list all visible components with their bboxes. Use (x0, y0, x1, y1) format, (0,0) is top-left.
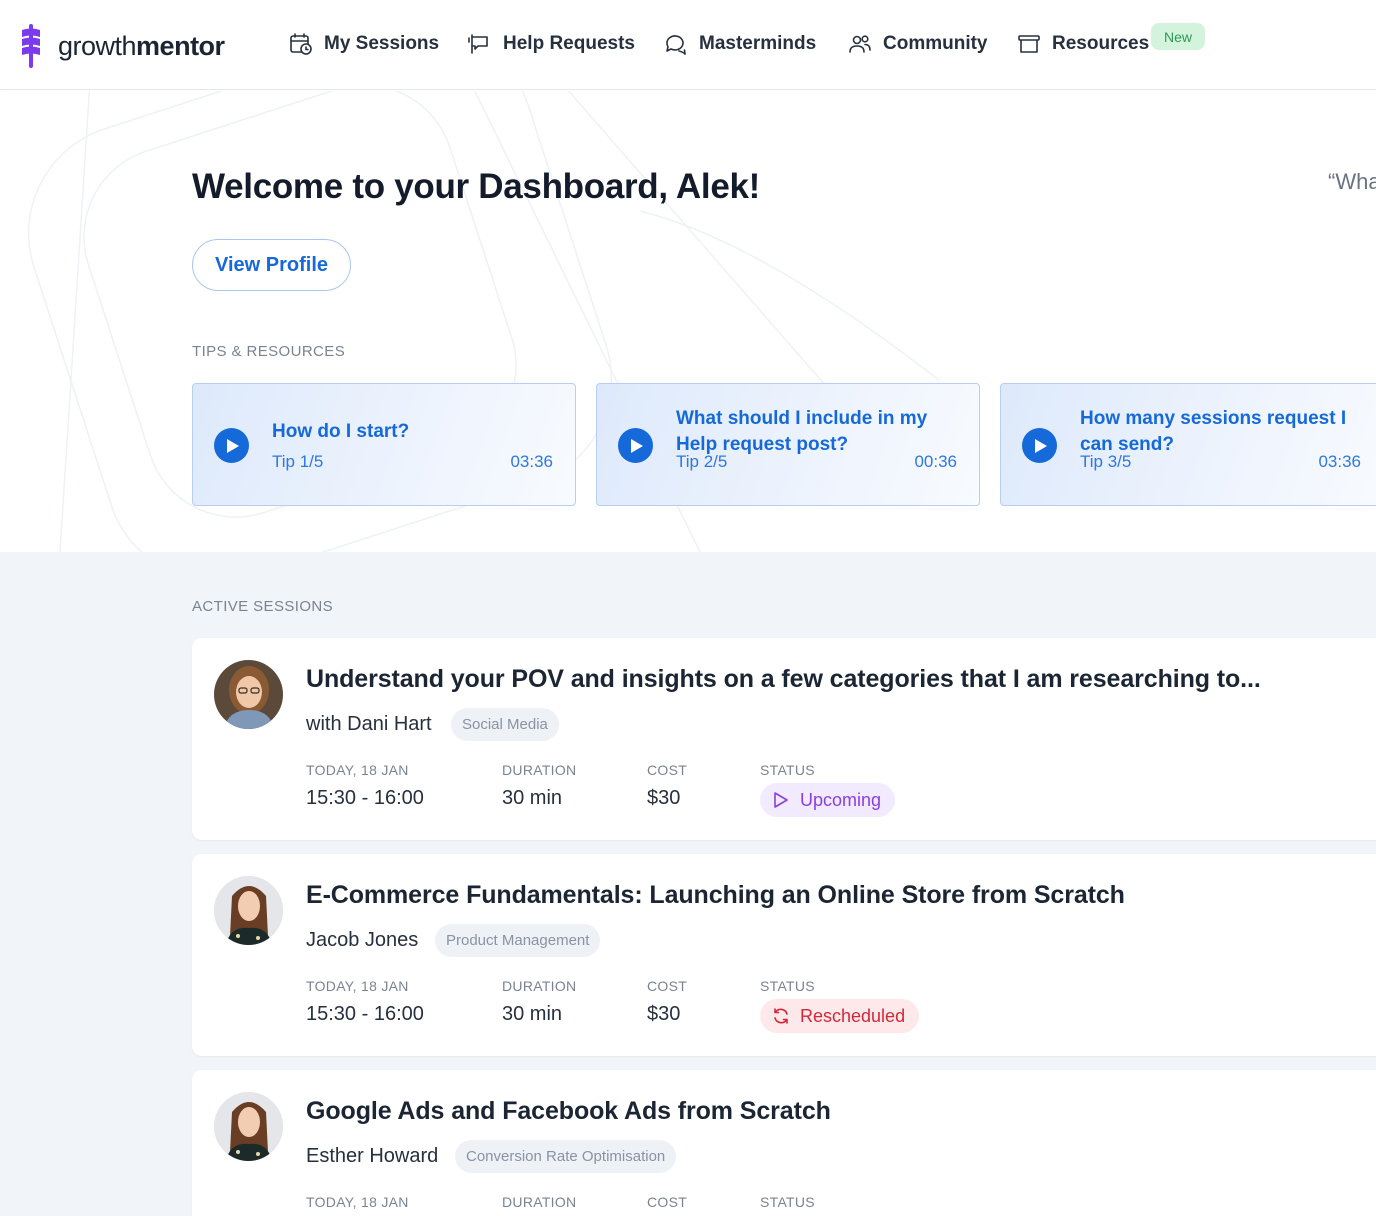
nav-help-requests-label: Help Requests (503, 33, 635, 54)
session-mentor: with Dani Hart (306, 713, 432, 735)
view-profile-button[interactable]: View Profile (192, 239, 351, 291)
status-label: STATUS (760, 978, 815, 994)
logo-mark-icon (22, 24, 40, 68)
cost-label: COST (647, 1194, 688, 1210)
status-badge: Rescheduled (760, 999, 920, 1033)
nav-my-sessions-label: My Sessions (324, 33, 440, 54)
nav-masterminds-label: Masterminds (699, 33, 817, 54)
duration-label: DURATION (502, 1194, 577, 1210)
nav-community[interactable]: Community (848, 32, 988, 56)
session-tag: Social Media (451, 708, 559, 741)
calendar-clock-icon (290, 33, 312, 55)
nav-resources[interactable]: Resources (1017, 32, 1149, 56)
status-label: STATUS (760, 762, 815, 778)
archive-box-icon (1018, 35, 1040, 53)
date-label: TODAY, 18 JAN (306, 1194, 409, 1210)
session-title: Understand your POV and insights on a fe… (306, 665, 1261, 693)
tip-number: Tip 1/5 (272, 452, 324, 471)
session-mentor: Jacob Jones (306, 929, 419, 951)
status-badge: Upcoming (760, 783, 896, 817)
tip-card-1[interactable]: How do I start? Tip 1/5 03:36 (192, 383, 576, 506)
play-icon (1022, 428, 1057, 463)
growthmentor-logo[interactable]: growthmentor (18, 24, 225, 68)
tip-title: What should I include in my Help request… (676, 408, 928, 455)
date-label: TODAY, 18 JAN (306, 978, 409, 994)
nav-masterminds[interactable]: Masterminds (664, 32, 816, 56)
tip-card-3[interactable]: How many sessions request I can send? Ti… (1000, 383, 1376, 506)
chat-bubbles-icon (666, 35, 686, 55)
nav-my-sessions[interactable]: My Sessions (289, 32, 439, 56)
tip-title: How many sessions request I can send? (1080, 408, 1347, 455)
session-tag: Conversion Rate Optimisation (455, 1140, 677, 1173)
session-title: Google Ads and Facebook Ads from Scratch (306, 1097, 831, 1125)
tip-duration: 03:36 (1318, 452, 1361, 471)
tip-number: Tip 3/5 (1080, 452, 1132, 471)
play-icon (214, 428, 249, 463)
top-navigation-bar: growthmentor My Sessions Help Requests M… (0, 0, 1376, 90)
logo-text: growthmentor (58, 30, 225, 61)
tip-duration: 03:36 (510, 452, 553, 471)
duration-label: DURATION (502, 762, 577, 778)
avatar (214, 660, 283, 729)
flag-message-icon (468, 34, 488, 54)
quote-text: “Wha (1328, 169, 1376, 194)
status-text: Upcoming (800, 789, 882, 810)
session-cost: $30 (647, 787, 681, 809)
tip-number: Tip 2/5 (676, 452, 728, 471)
nav-community-label: Community (883, 33, 988, 54)
new-badge: New (1151, 23, 1205, 50)
session-duration: 30 min (502, 1003, 563, 1025)
play-outline-icon (774, 792, 788, 808)
avatar (214, 1092, 283, 1161)
tips-section-label: TIPS & RESOURCES (192, 343, 346, 360)
session-cost: $30 (647, 1003, 681, 1025)
users-icon (849, 35, 871, 53)
session-time: 15:30 - 16:00 (306, 787, 424, 809)
nav-help-requests[interactable]: Help Requests (468, 32, 635, 56)
play-icon (618, 428, 653, 463)
nav-resources-label: Resources (1052, 33, 1150, 54)
tip-title: How do I start? (272, 421, 410, 442)
tip-duration: 00:36 (914, 452, 957, 471)
date-label: TODAY, 18 JAN (306, 762, 409, 778)
tip-card-2[interactable]: What should I include in my Help request… (596, 383, 980, 506)
welcome-heading: Welcome to your Dashboard, Alek! (192, 167, 761, 206)
session-title: E-Commerce Fundamentals: Launching an On… (306, 881, 1125, 909)
session-tag: Product Management (435, 924, 601, 957)
session-card[interactable]: E-Commerce Fundamentals: Launching an On… (192, 854, 1376, 1056)
refresh-icon (774, 1008, 788, 1024)
active-sessions-label: ACTIVE SESSIONS (192, 598, 334, 615)
cost-label: COST (647, 978, 688, 994)
duration-label: DURATION (502, 978, 577, 994)
active-sessions-section: ACTIVE SESSIONS Understand your POV and … (0, 552, 1376, 1216)
session-time: 15:30 - 16:00 (306, 1003, 424, 1025)
session-mentor: Esther Howard (306, 1145, 439, 1167)
status-label: STATUS (760, 1194, 815, 1210)
session-duration: 30 min (502, 787, 563, 809)
avatar (214, 876, 283, 945)
cost-label: COST (647, 762, 688, 778)
dashboard-hero: Welcome to your Dashboard, Alek! “Wha Vi… (0, 91, 1376, 552)
session-card[interactable]: Understand your POV and insights on a fe… (192, 638, 1376, 840)
status-text: Rescheduled (800, 1005, 906, 1026)
session-card[interactable]: Google Ads and Facebook Ads from Scratch… (192, 1070, 1376, 1216)
